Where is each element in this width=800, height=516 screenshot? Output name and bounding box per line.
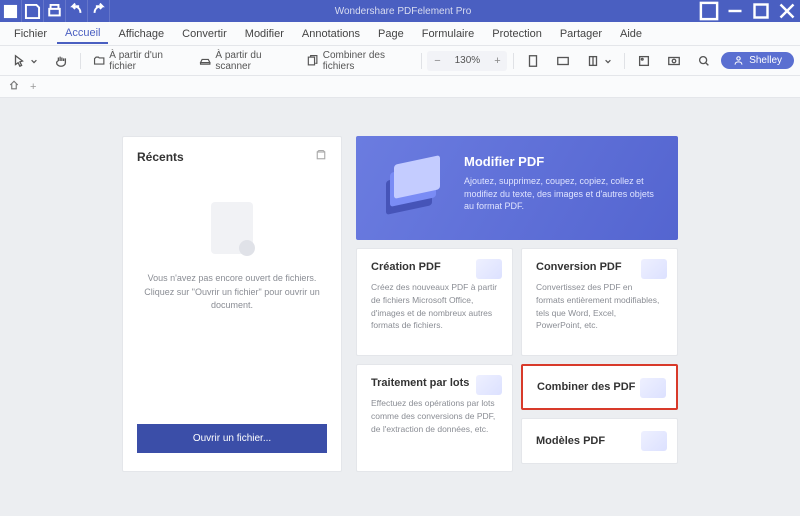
batch-desc: Effectuez des opérations par lots comme … — [371, 397, 498, 435]
menu-modifier[interactable]: Modifier — [237, 25, 292, 43]
window-title: Wondershare PDFelement Pro — [110, 6, 696, 17]
menu-protection[interactable]: Protection — [484, 25, 550, 43]
recents-title: Récents — [137, 150, 184, 164]
from-scanner-button[interactable]: À partir du scanner — [193, 47, 296, 75]
menu-page[interactable]: Page — [370, 25, 412, 43]
recents-panel: Récents Vous n'avez pas encore ouvert de… — [122, 136, 342, 472]
hero-desc: Ajoutez, supprimez, coupez, copiez, coll… — [464, 175, 658, 213]
hero-title: Modifier PDF — [464, 154, 658, 169]
zoom-control: − 130% + — [427, 51, 507, 71]
modify-pdf-hero[interactable]: Modifier PDF Ajoutez, supprimez, coupez,… — [356, 136, 678, 240]
user-name: Shelley — [749, 55, 782, 66]
batch-icon — [476, 375, 502, 395]
menubar: Fichier Accueil Affichage Convertir Modi… — [0, 22, 800, 46]
convert-pdf-card[interactable]: Conversion PDF Convertissez des PDF en f… — [521, 248, 678, 356]
from-file-button[interactable]: À partir d'un fichier — [87, 47, 189, 75]
create-desc: Créez des nouveaux PDF à partir de fichi… — [371, 281, 498, 332]
menu-aide[interactable]: Aide — [612, 25, 650, 43]
open-file-button[interactable]: Ouvrir un fichier... — [137, 424, 327, 453]
zoom-out-button[interactable]: − — [427, 55, 447, 67]
zoom-value[interactable]: 130% — [447, 55, 487, 66]
maximize-icon[interactable] — [748, 0, 774, 22]
combine-pdf-card[interactable]: Combiner des PDF — [521, 364, 678, 410]
new-tab-icon[interactable]: + — [30, 81, 36, 93]
combine-files-button[interactable]: Combiner des fichiers — [300, 47, 414, 75]
recents-menu-icon[interactable] — [315, 149, 327, 164]
minimize-icon[interactable] — [722, 0, 748, 22]
search-icon[interactable] — [691, 51, 717, 71]
zoom-in-button[interactable]: + — [487, 55, 507, 67]
create-icon — [476, 259, 502, 279]
tabbar: + — [0, 76, 800, 98]
batch-process-card[interactable]: Traitement par lots Effectuez des opérat… — [356, 364, 513, 472]
menu-fichier[interactable]: Fichier — [6, 25, 55, 43]
undo-icon[interactable] — [66, 0, 88, 22]
menu-partager[interactable]: Partager — [552, 25, 610, 43]
convert-desc: Convertissez des PDF en formats entièrem… — [536, 281, 663, 332]
menu-affichage[interactable]: Affichage — [110, 25, 172, 43]
help-icon[interactable] — [696, 0, 722, 22]
titlebar: Wondershare PDFelement Pro — [0, 0, 800, 22]
read-mode-icon[interactable] — [580, 51, 618, 71]
home-tab-icon[interactable] — [8, 79, 20, 94]
create-pdf-card[interactable]: Création PDF Créez des nouveaux PDF à pa… — [356, 248, 513, 356]
page-width-icon[interactable] — [550, 51, 576, 71]
app-logo-icon — [0, 0, 22, 22]
menu-formulaire[interactable]: Formulaire — [414, 25, 483, 43]
page-fit-icon[interactable] — [520, 51, 546, 71]
print-icon[interactable] — [44, 0, 66, 22]
document-stack-icon — [376, 154, 446, 224]
templates-icon — [641, 431, 667, 451]
pointer-tool[interactable] — [6, 51, 44, 71]
hand-tool[interactable] — [48, 51, 74, 71]
empty-file-icon — [211, 202, 253, 254]
recents-empty-message: Vous n'avez pas encore ouvert de fichier… — [137, 272, 327, 313]
templates-title: Modèles PDF — [536, 435, 605, 447]
save-icon[interactable] — [22, 0, 44, 22]
screenshot-icon[interactable] — [661, 51, 687, 71]
redo-icon[interactable] — [88, 0, 110, 22]
menu-convertir[interactable]: Convertir — [174, 25, 235, 43]
close-icon[interactable] — [774, 0, 800, 22]
menu-annotations[interactable]: Annotations — [294, 25, 368, 43]
thumbnail-icon[interactable] — [631, 51, 657, 71]
convert-icon — [641, 259, 667, 279]
combine-icon — [640, 378, 666, 398]
user-account-button[interactable]: Shelley — [721, 52, 794, 69]
toolbar: À partir d'un fichier À partir du scanne… — [0, 46, 800, 76]
menu-accueil[interactable]: Accueil — [57, 24, 108, 44]
templates-pdf-card[interactable]: Modèles PDF — [521, 418, 678, 464]
combine-title: Combiner des PDF — [537, 381, 635, 393]
